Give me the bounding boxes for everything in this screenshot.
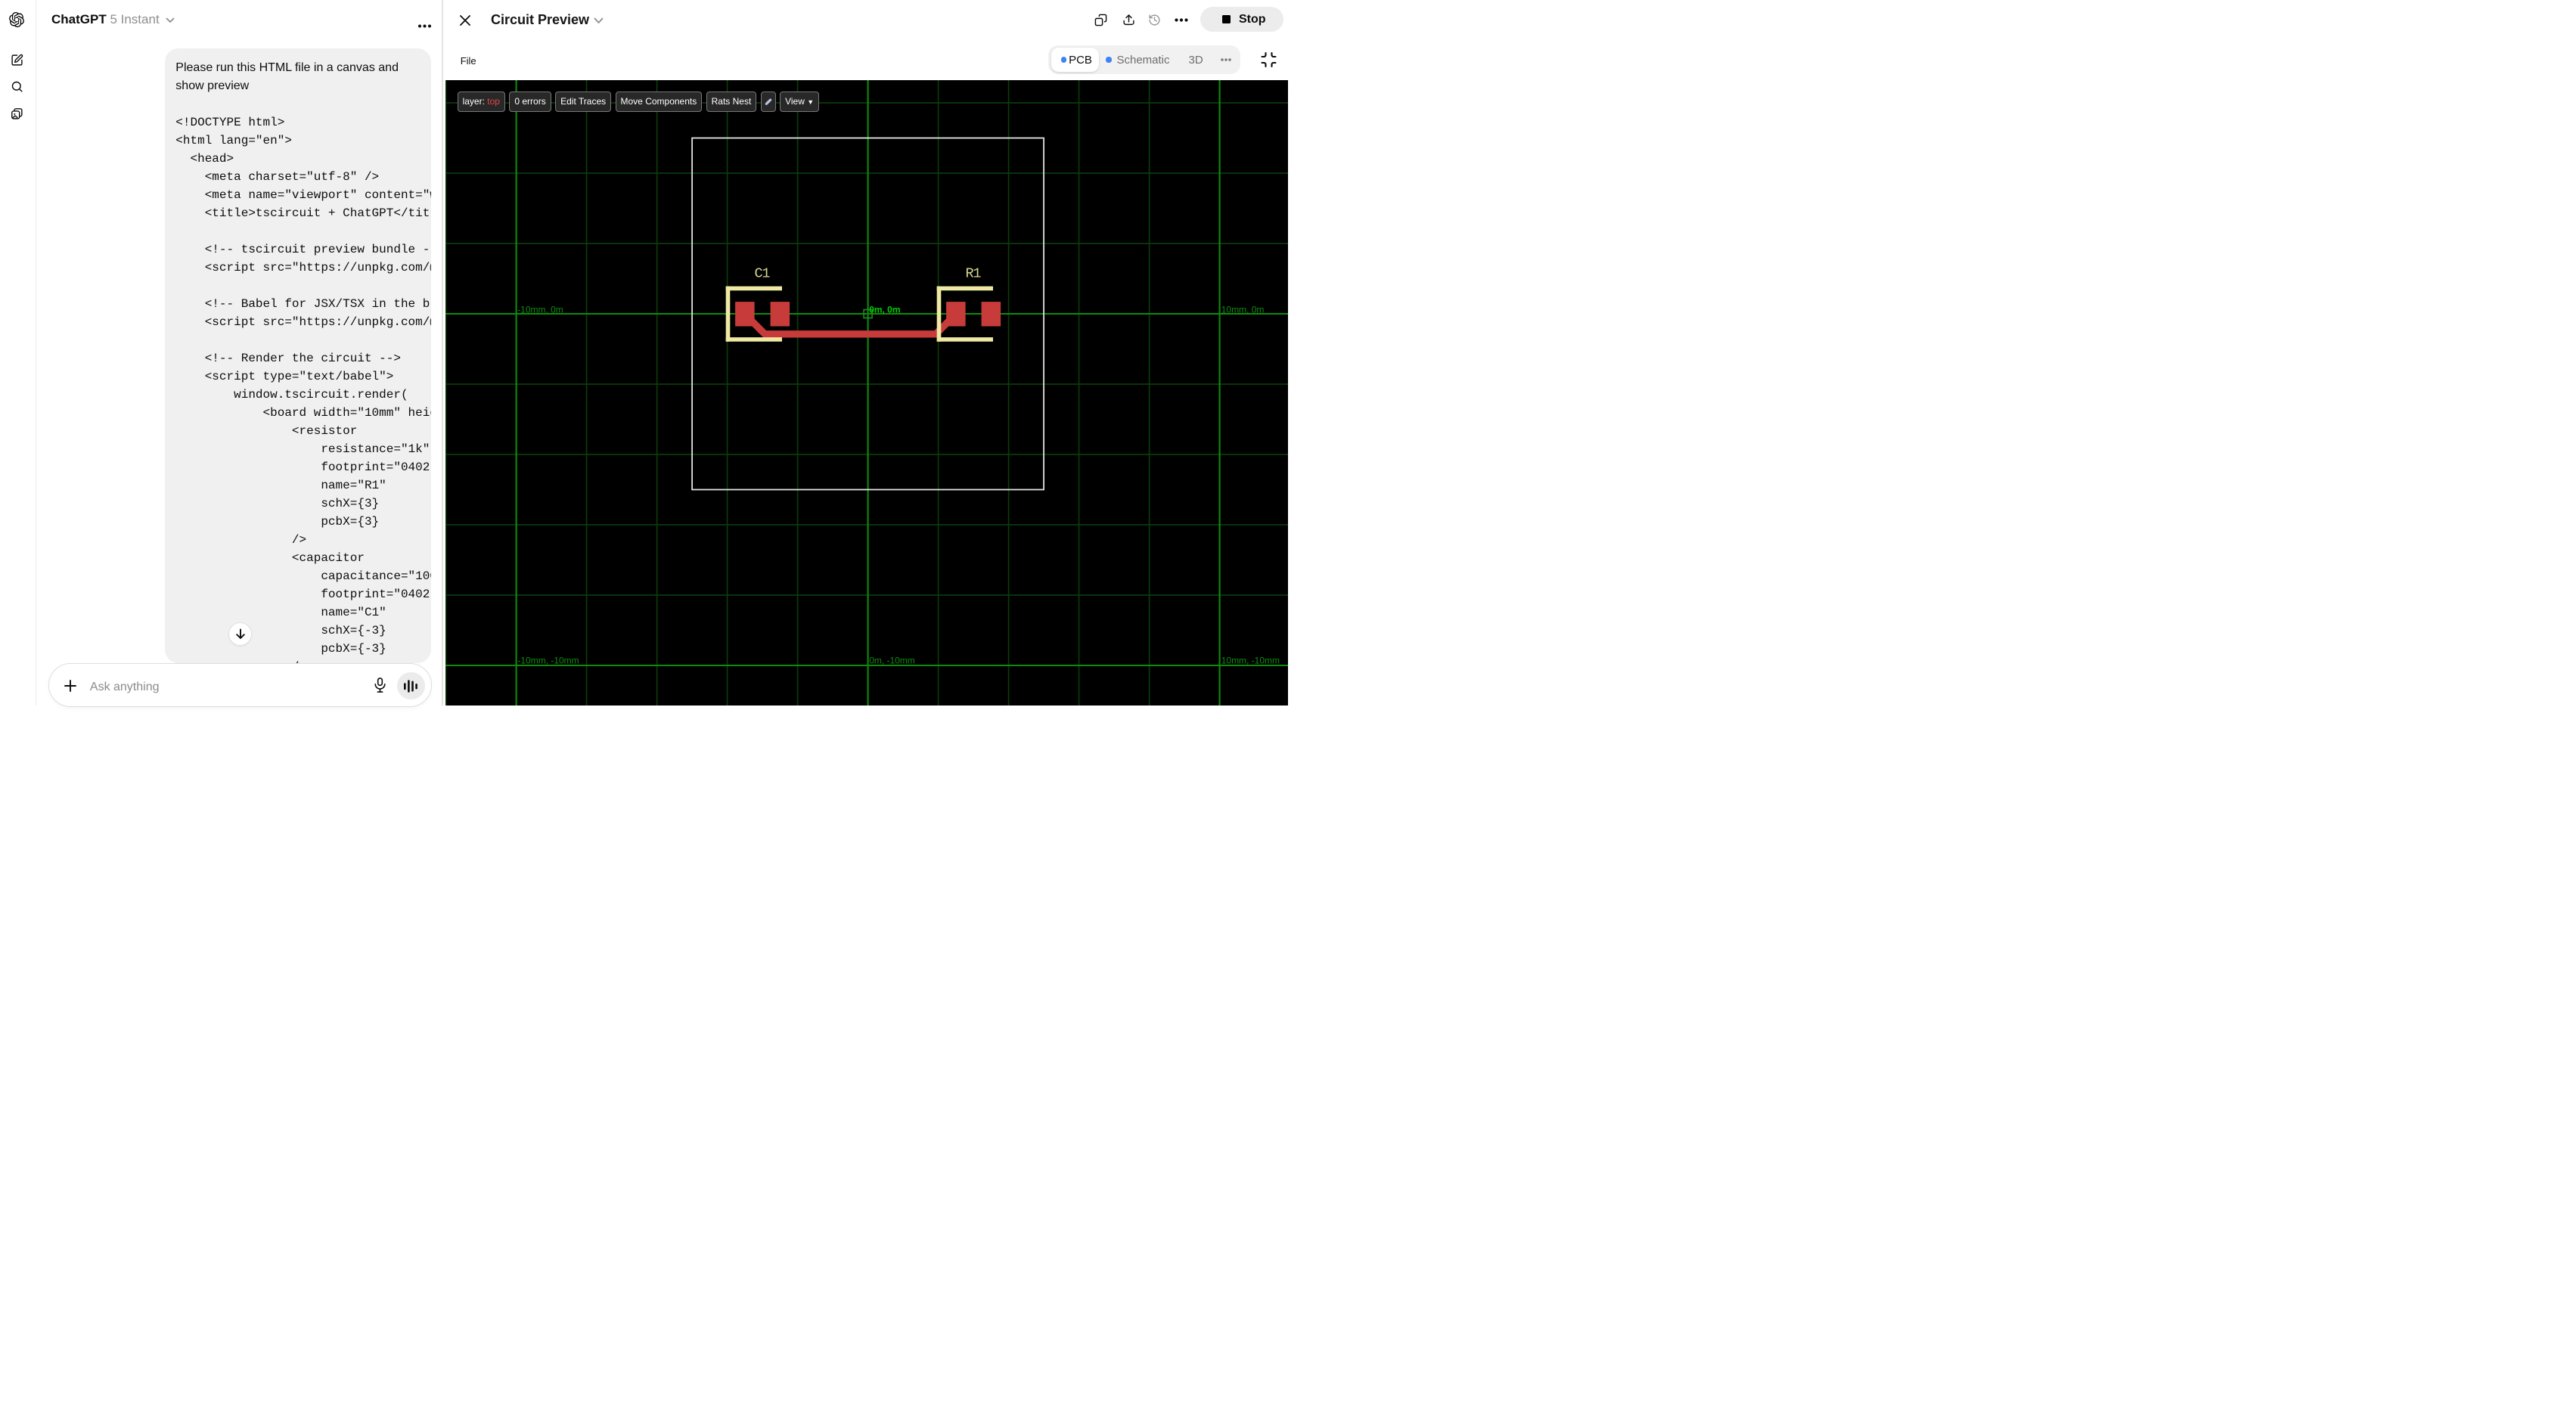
svg-text:-10mm, 0m: -10mm, 0m bbox=[517, 304, 563, 315]
svg-text:-10mm, -10mm: -10mm, -10mm bbox=[517, 655, 579, 665]
svg-text:C1: C1 bbox=[754, 265, 770, 281]
svg-text:10mm, -10mm: 10mm, -10mm bbox=[1221, 655, 1279, 665]
svg-text:R1: R1 bbox=[965, 265, 981, 281]
svg-text:0m, -10mm: 0m, -10mm bbox=[869, 655, 915, 665]
svg-text:10mm, 0m: 10mm, 0m bbox=[1221, 304, 1264, 315]
svg-text:0m, 0m: 0m, 0m bbox=[869, 304, 900, 315]
